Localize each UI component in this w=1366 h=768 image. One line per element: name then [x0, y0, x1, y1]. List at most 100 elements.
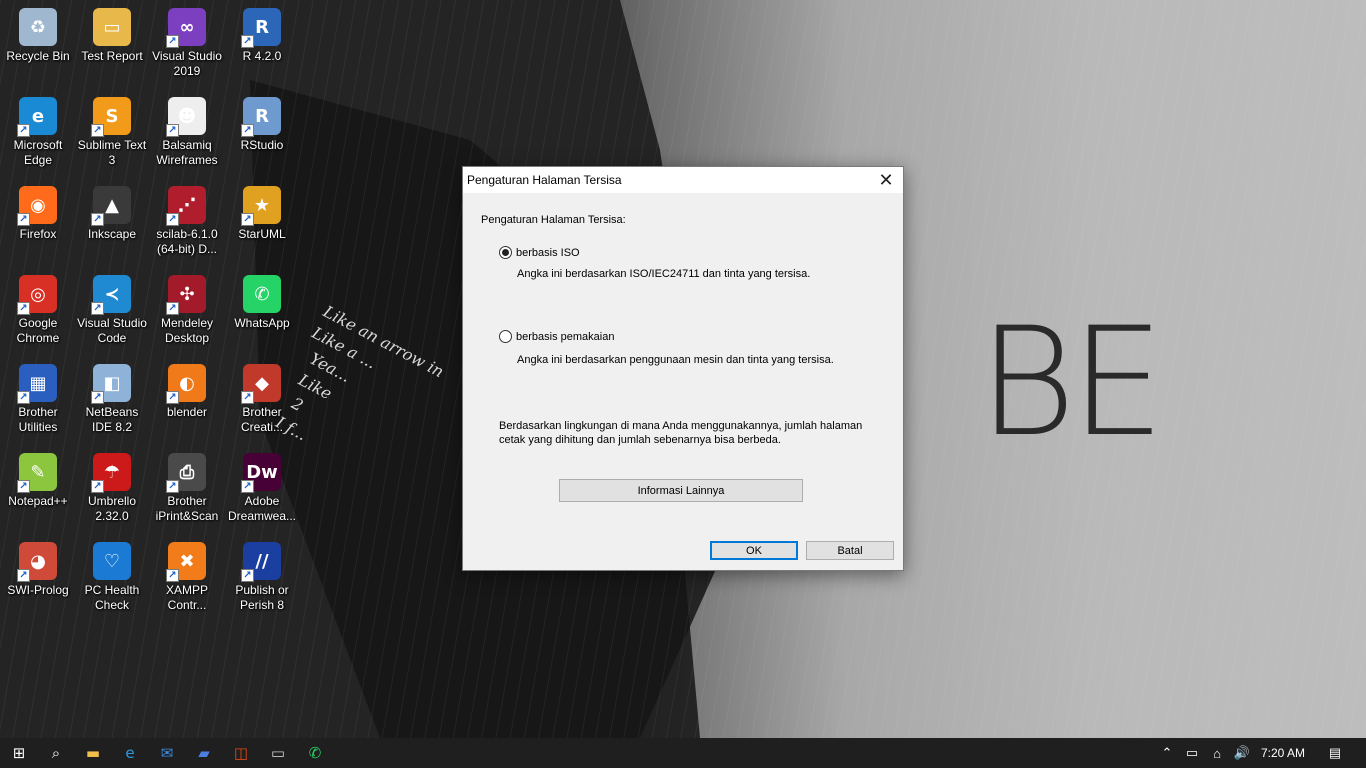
- desktop-icon[interactable]: ☂ ↗ Umbrello 2.32.0: [74, 445, 150, 531]
- blender-icon: ◐ ↗: [166, 364, 206, 404]
- shortcut-arrow-icon: ↗: [166, 35, 179, 48]
- desktop-icon-label: Umbrello 2.32.0: [87, 494, 136, 523]
- inkscape-icon: ▲ ↗: [91, 186, 131, 226]
- desktop-icon[interactable]: ▲ ↗ Inkscape: [74, 178, 150, 264]
- edge-icon: e ↗: [17, 97, 57, 137]
- close-icon[interactable]: ✕: [869, 167, 903, 193]
- desktop-icon[interactable]: e ↗ Microsoft Edge: [0, 89, 76, 175]
- mendeley-icon: ✣ ↗: [166, 275, 206, 315]
- desktop-icon[interactable]: ▭ Test Report: [74, 0, 150, 86]
- visual-studio-icon: ∞ ↗: [166, 8, 206, 48]
- desktop-icon-label: blender: [166, 405, 208, 419]
- desktop-icon[interactable]: ∞ ↗ Visual Studio 2019: [149, 0, 225, 86]
- vscode-icon: ≺ ↗: [91, 275, 131, 315]
- more-info-button[interactable]: Informasi Lainnya: [559, 479, 803, 502]
- desktop-icon[interactable]: ◉ ↗ Firefox: [0, 178, 76, 264]
- volume-button[interactable]: 🔊: [1231, 738, 1253, 768]
- desktop-icon[interactable]: ✖ ↗ XAMPP Contr...: [149, 534, 225, 620]
- desktop-icon-label: scilab-6.1.0 (64-bit) D...: [156, 227, 218, 256]
- shortcut-arrow-icon: ↗: [166, 480, 179, 493]
- shortcut-arrow-icon: ↗: [166, 213, 179, 226]
- firefox-icon: ◉ ↗: [17, 186, 57, 226]
- file-explorer-button[interactable]: ▬: [74, 738, 112, 768]
- shortcut-arrow-icon: ↗: [17, 124, 30, 137]
- desktop-icon-label: Firefox: [19, 227, 57, 241]
- r-icon: R ↗: [241, 8, 281, 48]
- remaining-pages-dialog: Pengaturan Halaman Tersisa ✕ Pengaturan …: [462, 166, 904, 571]
- desktop-icon-label: NetBeans IDE 8.2: [85, 405, 139, 434]
- desktop-icon[interactable]: ▦ ↗ Brother Utilities: [0, 356, 76, 442]
- terminal-button[interactable]: ▭: [259, 738, 297, 768]
- desktop-icon[interactable]: S ↗ Sublime Text 3: [74, 89, 150, 175]
- shortcut-arrow-icon: ↗: [91, 302, 104, 315]
- pc-health-check-icon: ♡: [93, 542, 131, 580]
- desktop-icon[interactable]: Dw ↗ Adobe Dreamwea...: [224, 445, 300, 531]
- desktop-icon-label: Notepad++: [8, 494, 68, 508]
- whatsapp-taskbar-button[interactable]: ✆: [296, 738, 334, 768]
- publish-or-perish-icon: //↗: [241, 542, 281, 582]
- desktop-icon[interactable]: ◆ ↗ Brother Creati...: [224, 356, 300, 442]
- shortcut-arrow-icon: ↗: [17, 391, 30, 404]
- desktop-icon-label: Visual Studio Code: [77, 316, 147, 345]
- desktop-icon[interactable]: ⋰ ↗ scilab-6.1.0 (64-bit) D...: [149, 178, 225, 264]
- office-button[interactable]: ◫: [222, 738, 260, 768]
- show-hidden-icons-button[interactable]: ⌃: [1156, 738, 1178, 768]
- desktop-icon-label: SWI-Prolog: [7, 583, 69, 597]
- shortcut-arrow-icon: ↗: [91, 391, 104, 404]
- iso-based-option[interactable]: berbasis ISO: [499, 246, 580, 259]
- dreamweaver-icon: Dw ↗: [241, 453, 281, 493]
- battery-indicator[interactable]: ▭: [1181, 738, 1203, 768]
- desktop-icon[interactable]: ✎ ↗ Notepad++: [0, 445, 76, 531]
- desktop-icon[interactable]: R ↗ R 4.2.0: [224, 0, 300, 86]
- meet-now-button[interactable]: ⌂: [1206, 738, 1228, 768]
- ok-button[interactable]: OK: [710, 541, 798, 560]
- desktop-icon[interactable]: ♻ Recycle Bin: [0, 0, 76, 86]
- desktop-icon[interactable]: ◧ ↗ NetBeans IDE 8.2: [74, 356, 150, 442]
- desktop-icon[interactable]: ★ ↗ StarUML: [224, 178, 300, 264]
- start-button[interactable]: ⊞: [0, 738, 38, 768]
- notification-icon[interactable]: ▤: [1320, 738, 1350, 768]
- usage-based-radio[interactable]: [499, 330, 512, 343]
- shortcut-arrow-icon: ↗: [17, 569, 30, 582]
- desktop-icon[interactable]: ☻ ↗ Balsamiq Wireframes: [149, 89, 225, 175]
- desktop-icon[interactable]: ◕ ↗ SWI-Prolog: [0, 534, 76, 620]
- rstudio-icon: R ↗: [241, 97, 281, 137]
- desktop-icon[interactable]: ⎙ ↗ Brother iPrint&Scan: [149, 445, 225, 531]
- mail-button[interactable]: ✉: [148, 738, 186, 768]
- desktop-icon-label: RStudio: [240, 138, 284, 152]
- staruml-icon: ★ ↗: [241, 186, 281, 226]
- desktop-icon-label: Balsamiq Wireframes: [156, 138, 218, 167]
- shortcut-arrow-icon: ↗: [17, 213, 30, 226]
- shortcut-arrow-icon: ↗: [166, 391, 179, 404]
- shortcut-arrow-icon: ↗: [17, 302, 30, 315]
- dialog-titlebar[interactable]: Pengaturan Halaman Tersisa ✕: [463, 167, 903, 193]
- dialog-title: Pengaturan Halaman Tersisa: [467, 173, 622, 187]
- shortcut-arrow-icon: ↗: [241, 480, 254, 493]
- usage-based-option[interactable]: berbasis pemakaian: [499, 330, 614, 343]
- chrome-icon: ◎ ↗: [17, 275, 57, 315]
- desktop-icon[interactable]: ✣ ↗ Mendeley Desktop: [149, 267, 225, 353]
- desktop-icon[interactable]: ≺ ↗ Visual Studio Code: [74, 267, 150, 353]
- desktop-icon[interactable]: ◐ ↗ blender: [149, 356, 225, 442]
- desktop-icon-label: PC Health Check: [84, 583, 140, 612]
- desktop-icon-label: Microsoft Edge: [13, 138, 63, 167]
- desktop-icon[interactable]: ◎ ↗ Google Chrome: [0, 267, 76, 353]
- taskbar-clock[interactable]: 7:20 AM: [1254, 738, 1312, 768]
- desktop-icon[interactable]: R ↗ RStudio: [224, 89, 300, 175]
- desktop-icon[interactable]: ✆ WhatsApp: [224, 267, 300, 353]
- desktop-icon[interactable]: //↗ Publish or Perish 8: [224, 534, 300, 620]
- brother-creative-icon: ◆ ↗: [241, 364, 281, 404]
- shortcut-arrow-icon: ↗: [166, 569, 179, 582]
- shortcut-arrow-icon: ↗: [91, 124, 104, 137]
- desktop-icon-label: Inkscape: [87, 227, 137, 241]
- wallpaper-be-logo: BE: [978, 296, 1165, 470]
- desktop-icon[interactable]: ♡ PC Health Check: [74, 534, 150, 620]
- whatsapp-icon: ✆: [243, 275, 281, 313]
- visual-studio-taskbar-button[interactable]: ▰: [185, 738, 223, 768]
- iso-based-radio[interactable]: [499, 246, 512, 259]
- search-button[interactable]: ⌕: [37, 738, 75, 768]
- folder-icon: ▭: [93, 8, 131, 46]
- cancel-button[interactable]: Batal: [806, 541, 894, 560]
- edge-button[interactable]: e: [111, 738, 149, 768]
- shortcut-arrow-icon: ↗: [241, 124, 254, 137]
